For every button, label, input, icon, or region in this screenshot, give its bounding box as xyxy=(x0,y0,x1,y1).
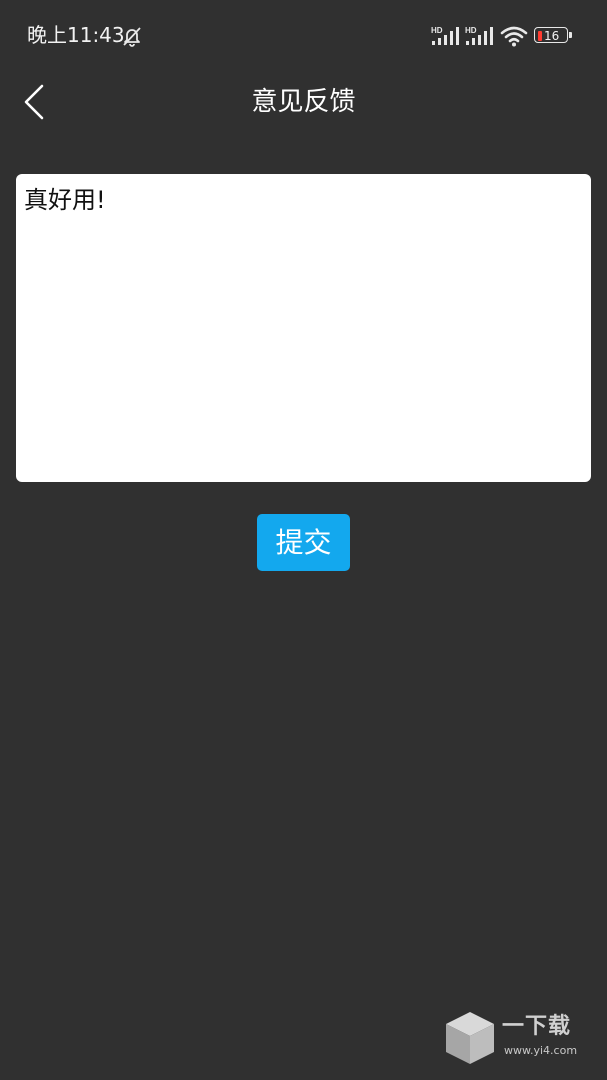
status-time: 晚上11:43 xyxy=(27,23,125,47)
cube-logo-icon xyxy=(446,1012,494,1064)
page-title: 意见反馈 xyxy=(251,87,356,117)
battery-body: 16 xyxy=(534,27,568,43)
watermark-brand: 一下载 xyxy=(502,1014,572,1039)
status-bar: 晚上11:43 HD HD 16 xyxy=(0,0,607,70)
feedback-screen: 晚上11:43 HD HD 16 意见反馈 真好用! 提交 一下载 www.yi… xyxy=(0,0,607,1080)
signal-icon: HD xyxy=(431,26,459,45)
battery-level xyxy=(538,31,542,41)
feedback-textarea[interactable]: 真好用! xyxy=(16,174,591,482)
bell-off-icon xyxy=(123,27,141,47)
signal-hd-label: HD xyxy=(431,26,443,35)
submit-button[interactable]: 提交 xyxy=(257,514,350,571)
battery-icon: 16 xyxy=(534,27,574,45)
battery-tip xyxy=(569,32,572,38)
battery-percentage: 16 xyxy=(544,29,560,43)
watermark-logo: 一下载 www.yi4.com xyxy=(444,1010,594,1066)
wifi-icon xyxy=(500,26,528,47)
watermark-url: www.yi4.com xyxy=(504,1044,578,1057)
signal-hd-label: HD xyxy=(465,26,477,35)
feedback-text-value: 真好用! xyxy=(24,186,106,214)
signal-icon: HD xyxy=(465,26,493,45)
